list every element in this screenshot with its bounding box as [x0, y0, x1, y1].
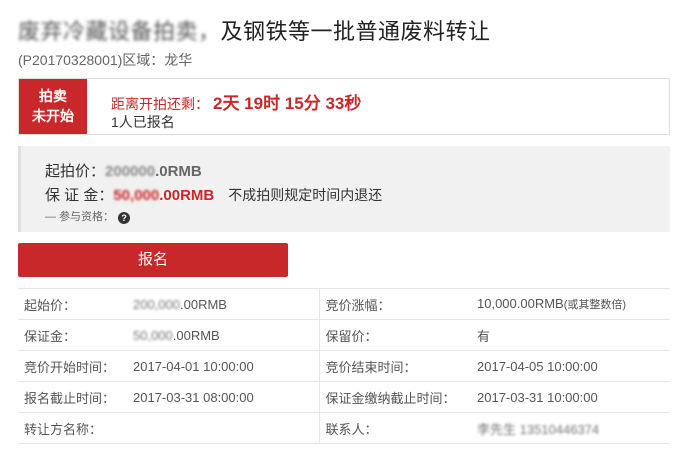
table-row: 起始价： 200,000.00RMB 竞价涨幅： 10,000.00RMB(或其… [18, 288, 670, 320]
signup-count: 1人已报名 [111, 114, 175, 130]
auction-info-table: 起始价： 200,000.00RMB 竞价涨幅： 10,000.00RMB(或其… [18, 288, 670, 444]
status-badge-line1: 拍卖 [39, 88, 67, 104]
info-value: 2017-04-01 10:00:00 [127, 350, 320, 382]
countdown-label: 距离开拍还剩： [111, 96, 209, 112]
countdown: 距离开拍还剩： 2天 19时 15分 33秒 [111, 89, 361, 114]
auction-status-box: 拍卖 未开始 距离开拍还剩： 2天 19时 15分 33秒 1人已报名 [18, 78, 670, 135]
info-value: 2017-04-05 10:00:00 [471, 350, 670, 382]
project-code-region: (P20170328001)区域：龙华 [18, 52, 193, 68]
info-label: 竞价结束时间： [319, 350, 471, 382]
info-value-blurred: 200,000 [133, 296, 180, 312]
contact-blurred: 李先生 13510446374 [477, 421, 600, 437]
deposit-unit: .00RMB [159, 187, 215, 204]
status-badge-line2: 未开始 [32, 108, 74, 124]
info-label: 起始价： [18, 288, 127, 320]
info-label: 转让方名称： [18, 412, 127, 444]
info-label: 联系人： [319, 412, 471, 444]
info-value: 2017-03-31 10:00:00 [471, 381, 670, 413]
page-title: 废弃冷藏设备拍卖，及钢铁等一批普通废料转让 [18, 14, 491, 46]
info-value: 李先生 13510446374 [471, 412, 670, 444]
page-title-visible: 及钢铁等一批普通废料转让 [220, 19, 491, 44]
info-value: 2017-03-31 08:00:00 [127, 381, 320, 413]
price-panel: 起拍价：200000.0RMB 保 证 金：50,000.00RMB 不成拍则规定… [18, 146, 670, 232]
deposit-label: 保 证 金： [45, 187, 114, 204]
page-title-blurred: 废弃冷藏设备拍卖， [18, 19, 221, 44]
info-label: 保证金： [18, 319, 127, 351]
deposit-note: 不成拍则规定时间内退还 [228, 187, 383, 203]
info-label: 竞价涨幅： [319, 288, 471, 320]
eligibility-label: — 参与资格： [45, 211, 115, 223]
info-value-text: .00RMB [180, 296, 227, 312]
info-value: 50,000.00RMB [127, 319, 320, 351]
starting-price-label: 起拍价： [45, 163, 106, 180]
table-row: 竞价开始时间： 2017-04-01 10:00:00 竞价结束时间： 2017… [18, 350, 670, 382]
info-value-text: .00RMB [172, 327, 220, 343]
info-label: 保留价： [319, 319, 471, 351]
info-value-text: 10,000.00RMB [477, 296, 564, 311]
status-badge: 拍卖 未开始 [19, 79, 87, 134]
info-value [127, 412, 320, 444]
info-label: 竞价开始时间： [18, 350, 127, 382]
table-row: 转让方名称： 联系人： 李先生 13510446374 [18, 412, 670, 444]
starting-price-unit: .0RMB [155, 163, 202, 180]
info-value: 有 [471, 319, 670, 351]
info-value-note: (或其整数倍) [563, 299, 627, 311]
starting-price-row: 起拍价：200000.0RMB [45, 160, 202, 181]
countdown-time: 2天 19时 15分 33秒 [213, 94, 362, 113]
table-row: 报名截止时间： 2017-03-31 08:00:00 保证金缴纳截止时间： 2… [18, 381, 670, 413]
info-value: 200,000.00RMB [127, 288, 320, 320]
deposit-row: 保 证 金：50,000.00RMB 不成拍则规定时间内退还 [45, 184, 382, 205]
deposit-blurred: 50,000 [113, 187, 160, 204]
starting-price-blurred: 200000 [105, 163, 156, 180]
signup-button[interactable]: 报名 [18, 243, 288, 277]
eligibility-row: — 参与资格：? [45, 208, 131, 224]
info-value: 10,000.00RMB(或其整数倍) [471, 288, 670, 320]
info-value-blurred: 50,000 [133, 327, 173, 343]
info-label: 报名截止时间： [18, 381, 127, 413]
help-icon[interactable]: ? [118, 212, 131, 224]
info-label: 保证金缴纳截止时间： [319, 381, 471, 413]
table-row: 保证金： 50,000.00RMB 保留价： 有 [18, 319, 670, 351]
